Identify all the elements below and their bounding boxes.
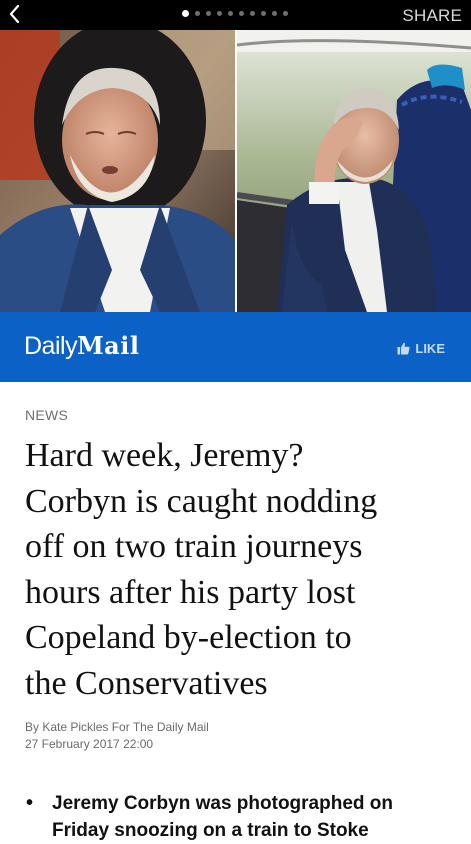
article-byline: By Kate Pickles For The Daily Mail 27 Fe… — [25, 719, 209, 753]
article-category[interactable]: NEWS — [25, 407, 68, 423]
headline-line: hours after his party lost — [25, 573, 356, 611]
photo-corbyn-hand-on-forehead-train-window — [237, 30, 471, 312]
page-dot — [239, 11, 244, 16]
headline-line: Copeland by-election to — [25, 619, 352, 656]
gallery-photo-1[interactable] — [0, 30, 235, 312]
back-button[interactable] — [4, 2, 26, 26]
page-dot — [261, 11, 266, 16]
headline-line: the Conservatives — [25, 664, 268, 702]
photo-gallery[interactable] — [0, 30, 471, 312]
logo-word-mail: Mail — [77, 331, 140, 360]
share-button[interactable]: SHARE — [402, 6, 462, 26]
headline-line: Hard week, Jeremy? — [25, 437, 304, 474]
page-dot — [206, 11, 211, 16]
brand-bar: DailyMail LIKE — [0, 312, 471, 382]
page-dot — [250, 11, 255, 16]
page-dot — [228, 11, 233, 16]
headline-line: Corbyn is caught nodding — [25, 482, 378, 520]
page-dot — [217, 11, 222, 16]
daily-mail-logo[interactable]: DailyMail — [24, 331, 140, 361]
author-line: By Kate Pickles For The Daily Mail — [25, 720, 209, 734]
thumbs-up-icon — [397, 342, 410, 355]
article-bullet-list: Jeremy Corbyn was photographed on Friday… — [25, 790, 455, 844]
bullet-point: Jeremy Corbyn was photographed on Friday… — [25, 790, 455, 844]
page-dot — [272, 11, 277, 16]
like-label: LIKE — [415, 341, 445, 356]
gallery-photo-2[interactable] — [237, 30, 471, 312]
top-bar: SHARE — [0, 0, 471, 30]
article-headline: Hard week, Jeremy? Corbyn is caught nodd… — [25, 433, 455, 706]
chevron-left-icon — [9, 4, 20, 24]
page-indicator — [182, 10, 288, 17]
page-dot-active — [182, 10, 189, 17]
publish-date: 27 February 2017 22:00 — [25, 737, 154, 751]
headline-line: off on two train journeys — [25, 528, 363, 565]
page-dot — [195, 11, 200, 16]
logo-word-daily: Daily — [24, 332, 78, 360]
photo-corbyn-asleep-headrest — [0, 30, 235, 312]
page-dot — [283, 11, 288, 16]
like-button[interactable]: LIKE — [397, 341, 445, 356]
